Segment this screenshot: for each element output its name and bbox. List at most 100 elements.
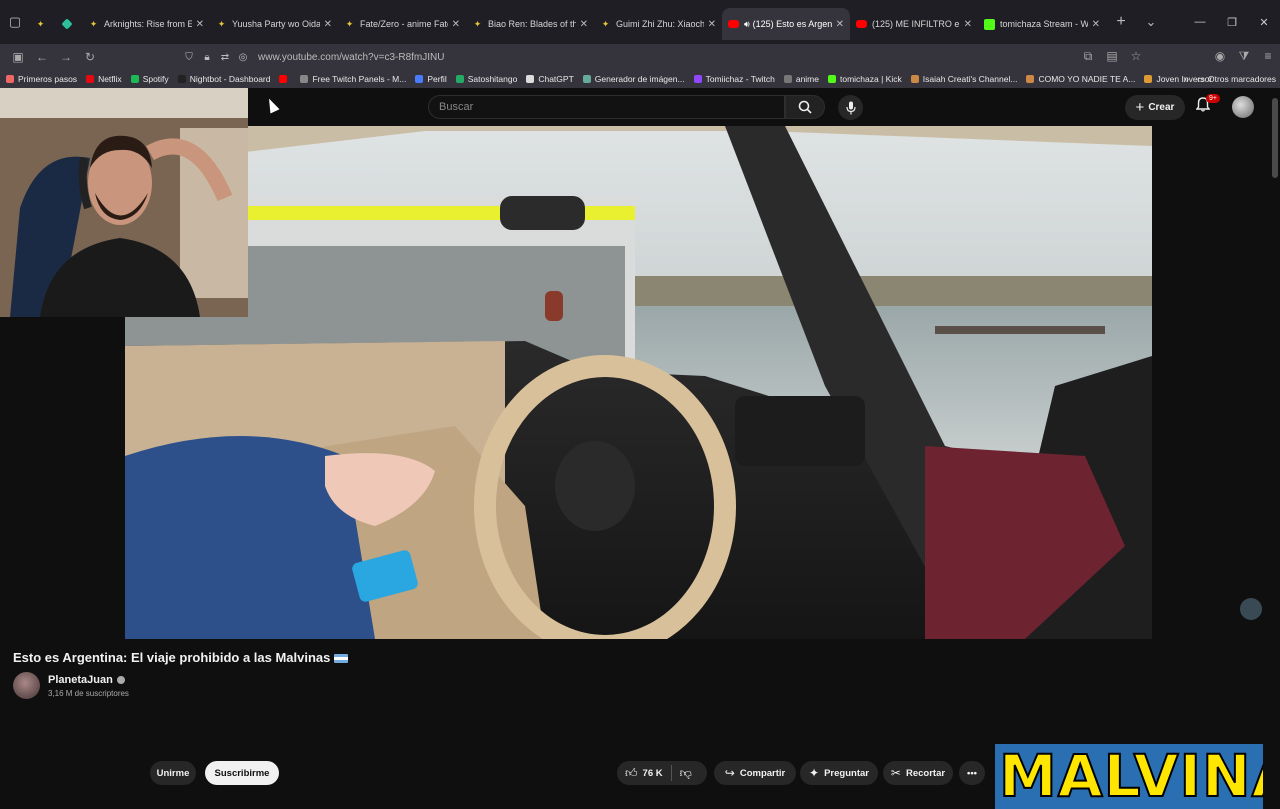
bookmark-favicon-icon bbox=[455, 75, 464, 83]
overflow-chevron-icon[interactable]: » bbox=[1183, 74, 1189, 85]
tracking-icon[interactable]: ◎ bbox=[234, 52, 252, 63]
tab-2[interactable]: ✦ Fate/Zero - anime Fate/Z ✕ bbox=[338, 8, 466, 40]
tab-close-icon[interactable]: ✕ bbox=[836, 19, 844, 30]
tab-close-icon[interactable]: ✕ bbox=[708, 19, 716, 30]
create-button[interactable]: + Crear bbox=[1125, 95, 1185, 120]
restore-icon[interactable]: ❐ bbox=[1216, 0, 1248, 44]
tab-title: Biao Ren: Blades of the G bbox=[488, 19, 576, 29]
bookmark-item[interactable]: Isaiah Creati's Channel... bbox=[910, 74, 1017, 84]
address-bar[interactable]: ⛉ 🔒︎ ⇄ ◎ www.youtube.com/watch?v=c3-R8fm… bbox=[180, 46, 1080, 68]
bookmark-item[interactable]: tomichaza | Kick bbox=[828, 74, 902, 84]
tab-5-active[interactable]: 🔊︎ (125) Esto es Argenti ✕ bbox=[722, 8, 850, 40]
bookmark-item[interactable]: Netflix bbox=[86, 74, 122, 84]
tab-close-icon[interactable]: ✕ bbox=[1092, 19, 1100, 30]
bookmark-item[interactable]: anime bbox=[783, 74, 819, 84]
bookmark-star-icon[interactable]: ☆ bbox=[1124, 44, 1148, 68]
tab-title: Arknights: Rise from Emb bbox=[104, 19, 192, 29]
tab-favicon-icon: ✦ bbox=[473, 18, 482, 29]
bookmark-item[interactable]: COMO YO NADIE TE A... bbox=[1026, 74, 1135, 84]
thumbs-down-icon[interactable]: 👎︎ bbox=[680, 766, 692, 781]
recommended-video-thumbnail[interactable]: MALVINAS bbox=[995, 744, 1263, 809]
webcam-overlay bbox=[0, 88, 248, 317]
join-button[interactable]: Unirme bbox=[150, 761, 196, 785]
bookmark-item[interactable]: Tomiichaz - Twitch bbox=[693, 74, 775, 84]
lock-icon[interactable]: 🔒︎ bbox=[198, 52, 216, 63]
menu-icon[interactable]: ≡ bbox=[1256, 44, 1280, 68]
ask-button[interactable]: ✦ Preguntar bbox=[800, 761, 878, 785]
pinned-tab-2[interactable] bbox=[56, 8, 82, 40]
tab-actions-icon[interactable]: ▢ bbox=[0, 0, 30, 44]
picture-in-picture-icon[interactable]: ⧉ bbox=[1076, 44, 1100, 68]
video-player[interactable] bbox=[125, 126, 1152, 639]
tab-close-icon[interactable]: ✕ bbox=[580, 19, 588, 30]
tab-0[interactable]: ✦ Arknights: Rise from Emb ✕ bbox=[82, 8, 210, 40]
tab-1[interactable]: ✦ Yuusha Party wo Oidasar ✕ bbox=[210, 8, 338, 40]
verified-icon bbox=[116, 676, 125, 685]
reload-icon[interactable]: ↻ bbox=[78, 45, 102, 69]
clip-button[interactable]: ✂ Recortar bbox=[883, 761, 953, 785]
channel-watermark-icon[interactable] bbox=[1240, 598, 1262, 620]
youtube-favicon-icon bbox=[728, 20, 739, 28]
tab-favicon-icon: ✦ bbox=[345, 18, 354, 29]
bookmark-item[interactable]: Primeros pasos bbox=[6, 74, 77, 84]
bookmark-label: COMO YO NADIE TE A... bbox=[1038, 74, 1136, 84]
new-tab-plus-icon[interactable]: + bbox=[1106, 0, 1136, 44]
tab-close-icon[interactable]: ✕ bbox=[324, 19, 332, 30]
bookmark-item[interactable]: Spotify bbox=[130, 74, 169, 84]
sidebar-toggle-icon[interactable]: ▣ bbox=[6, 45, 30, 69]
notifications-button[interactable]: 9+ bbox=[1195, 94, 1220, 119]
bookmark-item[interactable]: Satoshitango bbox=[455, 74, 517, 84]
back-arrow-icon[interactable]: ← bbox=[30, 45, 54, 69]
channel-name[interactable]: PlanetaJuan bbox=[48, 674, 125, 686]
account-icon[interactable]: ◉ bbox=[1208, 44, 1232, 68]
account-avatar[interactable] bbox=[1232, 96, 1254, 118]
divider bbox=[670, 765, 672, 781]
minimize-icon[interactable]: — bbox=[1184, 0, 1216, 44]
tab-4[interactable]: ✦ Guimi Zhi Zhu: Xiaochou ✕ bbox=[594, 8, 722, 40]
url-text[interactable]: www.youtube.com/watch?v=c3-R8fmJINU bbox=[258, 52, 444, 63]
speaker-icon[interactable]: 🔊︎ bbox=[744, 19, 750, 30]
shield-icon[interactable]: ⛉ bbox=[180, 52, 198, 63]
extensions-icon[interactable]: ⧩ bbox=[1232, 44, 1256, 68]
folder-icon: ▭ bbox=[1196, 73, 1205, 84]
sparkle-icon: ✦ bbox=[809, 766, 820, 780]
tab-favicon-icon: ✦ bbox=[217, 18, 226, 29]
permissions-icon[interactable]: ⇄ bbox=[216, 52, 234, 63]
bookmark-item[interactable]: ChatGPT bbox=[526, 74, 574, 84]
bookmark-item[interactable]: Perfil bbox=[415, 74, 447, 84]
forward-arrow-icon[interactable]: → bbox=[54, 45, 78, 69]
bookmark-item[interactable] bbox=[279, 75, 291, 83]
bookmarks-bar: Primeros pasos Netflix Spotify Nightbot - D… bbox=[0, 70, 1280, 88]
tab-3[interactable]: ✦ Biao Ren: Blades of the G ✕ bbox=[466, 8, 594, 40]
bookmark-favicon-icon bbox=[279, 75, 288, 83]
bookmark-favicon-icon bbox=[783, 75, 792, 83]
bookmark-item[interactable]: Generador de imágen... bbox=[582, 74, 685, 84]
page-scrollbar[interactable] bbox=[1272, 98, 1278, 178]
tab-close-icon[interactable]: ✕ bbox=[964, 19, 972, 30]
voice-search-button[interactable] bbox=[838, 95, 863, 120]
like-button[interactable]: 👍︎ 76 K bbox=[625, 766, 663, 781]
share-button[interactable]: ↪ Compartir bbox=[714, 761, 796, 785]
tab-close-icon[interactable]: ✕ bbox=[452, 19, 460, 30]
tab-7[interactable]: tomichaza Stream - Watc ✕ bbox=[978, 8, 1106, 40]
thumbnail-text: MALVINAS bbox=[998, 744, 1263, 809]
pinned-tab-1[interactable]: ✦ bbox=[30, 8, 56, 40]
tab-list-chevron-icon[interactable]: ⌄ bbox=[1136, 0, 1166, 44]
bookmark-item[interactable]: Free Twitch Panels - M... bbox=[300, 74, 406, 84]
more-actions-button[interactable]: ••• bbox=[959, 761, 985, 785]
bookmark-item[interactable]: Nightbot - Dashboard bbox=[177, 74, 270, 84]
close-window-icon[interactable]: ✕ bbox=[1248, 0, 1280, 44]
search-button[interactable] bbox=[785, 95, 825, 119]
bookmark-label: anime bbox=[795, 74, 819, 84]
tab-6[interactable]: (125) ME INFILTRO en un ✕ bbox=[850, 8, 978, 40]
tab-close-icon[interactable]: ✕ bbox=[196, 19, 204, 30]
browser-tab-bar: ▢ ✦ ✦ Arknights: Rise from Emb ✕ ✦ Yuusha P… bbox=[0, 0, 1280, 44]
subscribe-button[interactable]: Suscribirme bbox=[205, 761, 279, 785]
reader-view-icon[interactable]: ▤ bbox=[1100, 44, 1124, 68]
bookmark-label: Generador de imágen... bbox=[594, 74, 685, 84]
search-input[interactable]: Buscar bbox=[428, 95, 785, 119]
channel-avatar[interactable] bbox=[13, 672, 40, 699]
other-bookmarks[interactable]: Otros marcadores bbox=[1208, 74, 1276, 84]
bookmark-favicon-icon bbox=[693, 75, 702, 83]
pinned-tab-favicon-icon bbox=[60, 18, 73, 30]
